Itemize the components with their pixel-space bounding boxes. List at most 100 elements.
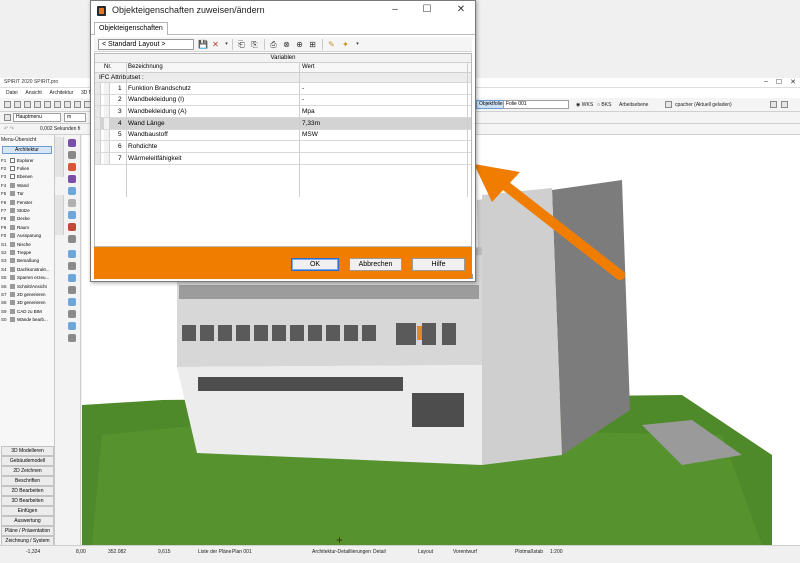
module-button[interactable]: Gebäudemodell bbox=[1, 456, 54, 466]
column-bezeichnung[interactable]: Bezeichnung bbox=[128, 64, 163, 70]
checkbox[interactable] bbox=[10, 174, 15, 180]
app-minimize-icon[interactable]: – bbox=[764, 78, 768, 86]
help-button[interactable]: Hilfe bbox=[412, 258, 465, 271]
module-button[interactable]: 2D Bearbeiten bbox=[1, 486, 54, 496]
remove-properties-icon[interactable]: ⊗ bbox=[282, 40, 291, 49]
menu-ansicht[interactable]: Ansicht bbox=[25, 90, 41, 96]
undo-icon[interactable] bbox=[74, 101, 81, 108]
dropdown-arrow-icon-2[interactable]: ▾ bbox=[353, 40, 362, 49]
new-file-icon[interactable] bbox=[4, 101, 11, 108]
tool-measure-icon[interactable] bbox=[68, 235, 76, 243]
tool-layer-icon[interactable] bbox=[68, 286, 76, 294]
dialog-title-bar[interactable]: Objekteigenschaften zuweisen/ändern – ☐ … bbox=[91, 1, 475, 21]
cancel-button[interactable]: Abbrechen bbox=[349, 258, 402, 271]
close-icon[interactable]: ✕ bbox=[453, 3, 469, 17]
bks-radio[interactable]: ○ BKS bbox=[597, 102, 611, 108]
list-item[interactable]: S5 Sparren erzeu... bbox=[1, 273, 54, 281]
list-item[interactable]: S0 Wände bearb... bbox=[1, 315, 54, 323]
tool-line-icon[interactable] bbox=[68, 187, 76, 195]
app-maximize-icon[interactable]: ☐ bbox=[776, 78, 782, 86]
tool-erase-icon[interactable] bbox=[68, 223, 76, 231]
nav-arrows-icon[interactable]: ↶ ↷ bbox=[4, 126, 14, 132]
tool-circle-icon[interactable] bbox=[68, 211, 76, 219]
module-button[interactable]: 3D Bearbeiten bbox=[1, 496, 54, 506]
column-wert[interactable]: Wert bbox=[302, 64, 315, 70]
maximize-icon[interactable]: ☐ bbox=[419, 3, 435, 17]
ok-button[interactable]: OK bbox=[291, 258, 339, 271]
list-item[interactable]: F8 Decke bbox=[1, 215, 54, 223]
table-row[interactable]: 1 Funktion Brandschutz - bbox=[95, 83, 471, 95]
checkbox[interactable] bbox=[10, 157, 15, 163]
vorentwurf-label[interactable]: Vorentwurf bbox=[453, 549, 477, 555]
tool-pan-icon[interactable] bbox=[68, 163, 76, 171]
layer-up-icon[interactable]: ⎗ bbox=[237, 40, 246, 49]
table-row[interactable]: 5 Wandbaustoff MSW bbox=[95, 129, 471, 142]
table-row[interactable]: 2 Wandbekleidung (I) - bbox=[95, 94, 471, 107]
print-icon[interactable] bbox=[34, 101, 41, 108]
layout-label[interactable]: Layout bbox=[418, 549, 433, 555]
cut-icon[interactable] bbox=[44, 101, 51, 108]
minimize-icon[interactable]: – bbox=[387, 3, 403, 17]
tool-zoom-icon[interactable] bbox=[68, 151, 76, 159]
list-item[interactable]: S4 Dachkonstrukt... bbox=[1, 265, 54, 273]
assign-properties-icon[interactable]: ⊞ bbox=[308, 40, 317, 49]
table-row[interactable]: 7 Wärmeleitfähigkeit bbox=[95, 153, 471, 165]
list-item[interactable]: S2 Treppe bbox=[1, 248, 54, 256]
scale-value[interactable]: 1:200 bbox=[550, 549, 563, 555]
list-item[interactable]: F0 Aussparung bbox=[1, 232, 54, 240]
tool-grid-icon[interactable] bbox=[68, 262, 76, 270]
menu-architektur[interactable]: Architektur bbox=[49, 90, 73, 96]
list-item[interactable]: F2 Folien bbox=[1, 164, 54, 172]
app-close-icon[interactable]: ✕ bbox=[790, 78, 796, 86]
table-row[interactable]: 3 Wandbekleidung (A) Mpa bbox=[95, 106, 471, 119]
module-button[interactable]: Beschriften bbox=[1, 476, 54, 486]
folie-select[interactable]: Folie 001 bbox=[503, 100, 569, 109]
tab-objekteigenschaften[interactable]: Objekteigenschaften bbox=[94, 22, 168, 35]
tool-find-icon[interactable] bbox=[68, 322, 76, 330]
ifc-attributset-group[interactable]: IFC Attributset : bbox=[95, 73, 471, 83]
list-item[interactable]: F1 Explorer bbox=[1, 156, 54, 164]
plan-label[interactable]: Plan 001 bbox=[232, 549, 252, 555]
tool-rotate-icon[interactable] bbox=[68, 175, 76, 183]
resize-grip[interactable] bbox=[468, 274, 473, 279]
row-wert[interactable]: - bbox=[302, 96, 304, 103]
table-row[interactable]: 6 Rohdichte bbox=[95, 141, 471, 154]
list-item[interactable]: S6 Schnitt/Ansicht bbox=[1, 282, 54, 290]
row-wert[interactable]: - bbox=[302, 85, 304, 92]
tool-snap-icon[interactable] bbox=[68, 274, 76, 282]
list-item[interactable]: S3 Bemaßung bbox=[1, 257, 54, 265]
list-item[interactable]: S1 Nische bbox=[1, 240, 54, 248]
tool-view-icon[interactable] bbox=[68, 310, 76, 318]
list-item[interactable]: F4 Wand bbox=[1, 181, 54, 189]
settings-icon[interactable] bbox=[770, 101, 777, 108]
paste-icon[interactable] bbox=[64, 101, 71, 108]
wks-radio[interactable]: ◉ WKS bbox=[576, 102, 593, 108]
row-wert[interactable]: MSW bbox=[302, 131, 318, 138]
objektfolie-button[interactable]: Objektfolie bbox=[476, 100, 506, 109]
list-item[interactable]: S7 2D generieren bbox=[1, 290, 54, 298]
tool-layers-icon[interactable] bbox=[68, 334, 76, 342]
dropdown-arrow-icon[interactable]: ▾ bbox=[222, 40, 231, 49]
layer-down-icon[interactable]: ⎘ bbox=[250, 40, 259, 49]
layout-select[interactable]: < Standard Layout > bbox=[98, 39, 194, 50]
module-button[interactable]: 2D Zeichnen bbox=[1, 466, 54, 476]
row-wert[interactable]: Mpa bbox=[302, 108, 315, 115]
folien-tab[interactable] bbox=[55, 195, 64, 235]
menu-datei[interactable]: Datei bbox=[6, 90, 18, 96]
tool-3d-icon[interactable] bbox=[68, 298, 76, 306]
checkbox[interactable] bbox=[10, 166, 15, 172]
list-item[interactable]: F7 Stütze bbox=[1, 206, 54, 214]
tool-select-icon[interactable] bbox=[68, 139, 76, 147]
copy-properties-icon[interactable]: ⎙ bbox=[269, 40, 278, 49]
list-item[interactable]: F5 Tür bbox=[1, 190, 54, 198]
row-wert[interactable]: 7,33m bbox=[302, 120, 320, 127]
hauptmenu-select[interactable]: Hauptmenu bbox=[13, 113, 61, 122]
magic-wand-icon[interactable]: ✦ bbox=[341, 40, 350, 49]
module-button[interactable]: Einfügen bbox=[1, 506, 54, 516]
module-button[interactable]: Auswertung bbox=[1, 516, 54, 526]
list-item[interactable]: S9 CAD zu BIM bbox=[1, 307, 54, 315]
save-layout-icon[interactable]: 💾 bbox=[198, 40, 208, 49]
tool-rect-icon[interactable] bbox=[68, 199, 76, 207]
architektur-button[interactable]: Architektur bbox=[2, 146, 52, 154]
save-icon[interactable] bbox=[24, 101, 31, 108]
